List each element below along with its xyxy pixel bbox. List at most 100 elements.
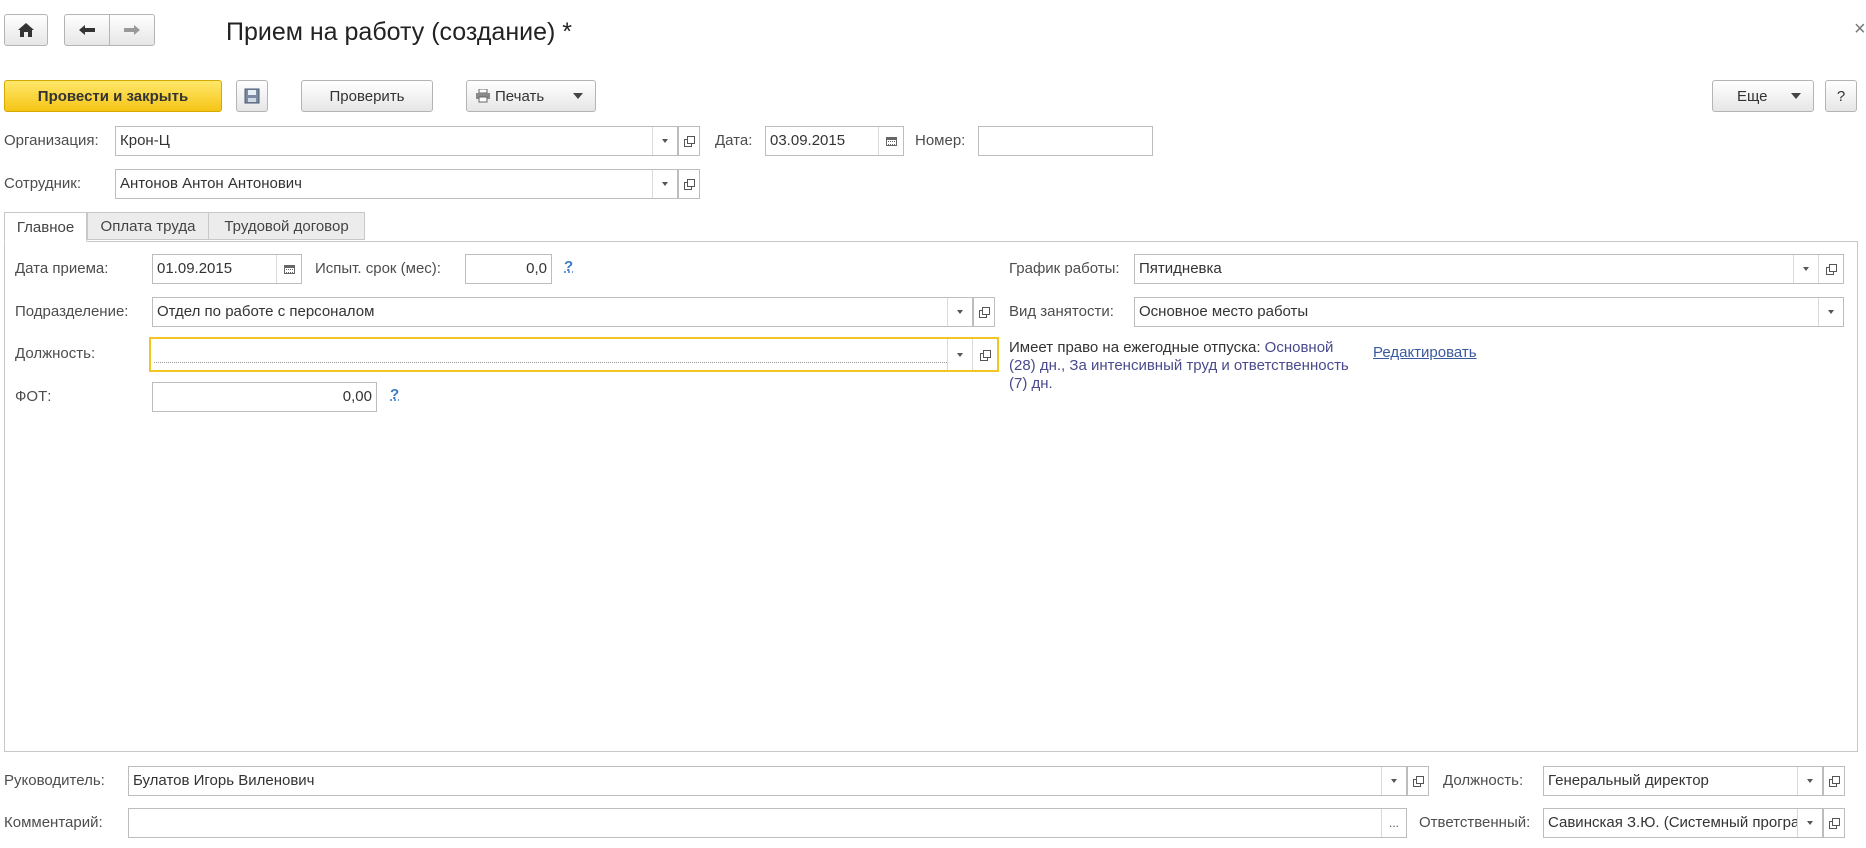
department-label: Подразделение: bbox=[15, 303, 129, 320]
save-icon bbox=[244, 88, 260, 104]
more-button[interactable]: Еще bbox=[1712, 80, 1814, 112]
open-icon bbox=[1413, 776, 1424, 787]
org-open-button[interactable] bbox=[678, 126, 700, 156]
manager-position-open-button[interactable] bbox=[1823, 766, 1845, 796]
probation-field[interactable]: 0,0 bbox=[465, 254, 552, 284]
manager-position-label: Должность: bbox=[1443, 772, 1524, 789]
dropdown-button[interactable] bbox=[1793, 255, 1818, 283]
home-button[interactable] bbox=[4, 14, 48, 46]
print-label: Печать bbox=[495, 87, 545, 105]
hire-date-value: 01.09.2015 bbox=[157, 260, 233, 277]
manager-position-value: Генеральный директор bbox=[1548, 772, 1709, 789]
check-button[interactable]: Проверить bbox=[301, 80, 433, 112]
hire-date-field[interactable]: 01.09.2015 bbox=[152, 254, 302, 284]
fot-value: 0,00 bbox=[342, 388, 372, 405]
tab-main[interactable]: Главное bbox=[4, 212, 87, 242]
chevron-down-icon bbox=[957, 310, 963, 314]
arrow-left-icon bbox=[79, 25, 95, 35]
open-icon bbox=[1829, 818, 1840, 829]
position-value bbox=[154, 342, 947, 363]
home-icon bbox=[18, 23, 34, 37]
printer-icon bbox=[476, 89, 490, 103]
dropdown-button[interactable] bbox=[1818, 298, 1843, 326]
manager-field[interactable]: Булатов Игорь Виленович bbox=[128, 766, 1407, 796]
employee-value: Антонов Антон Антонович bbox=[120, 175, 302, 192]
back-button[interactable] bbox=[64, 14, 110, 46]
chevron-down-icon bbox=[957, 352, 963, 357]
close-button[interactable]: × bbox=[1854, 18, 1866, 41]
comment-label: Комментарий: bbox=[4, 814, 103, 831]
fot-field[interactable]: 0,00 bbox=[152, 382, 377, 412]
schedule-field[interactable]: Пятидневка bbox=[1134, 254, 1844, 284]
manager-label: Руководитель: bbox=[4, 772, 105, 789]
chevron-down-icon bbox=[1807, 821, 1813, 825]
dropdown-button[interactable] bbox=[1797, 767, 1822, 795]
employee-label: Сотрудник: bbox=[4, 175, 82, 192]
schedule-open-button[interactable] bbox=[1818, 255, 1843, 283]
dropdown-button[interactable] bbox=[947, 339, 972, 370]
calendar-icon bbox=[283, 264, 295, 274]
vacation-prefix: Имеет право на ежегодные отпуска: bbox=[1009, 339, 1261, 356]
tab-contract[interactable]: Трудовой договор bbox=[208, 212, 365, 240]
post-and-close-button[interactable]: Провести и закрыть bbox=[4, 80, 222, 112]
org-field[interactable]: Крон-Ц bbox=[115, 126, 678, 156]
comment-select-button[interactable]: ... bbox=[1381, 809, 1406, 837]
employee-field[interactable]: Антонов Антон Антонович bbox=[115, 169, 678, 199]
probation-value: 0,0 bbox=[526, 260, 547, 277]
department-open-button[interactable] bbox=[973, 297, 995, 327]
probation-help-link[interactable]: ? bbox=[564, 258, 573, 275]
open-icon bbox=[684, 136, 695, 147]
chevron-down-icon bbox=[662, 182, 668, 186]
responsible-open-button[interactable] bbox=[1823, 808, 1845, 838]
chevron-down-icon bbox=[1807, 779, 1813, 783]
calendar-button[interactable] bbox=[276, 255, 301, 283]
chevron-down-icon bbox=[1803, 267, 1809, 271]
dropdown-button[interactable] bbox=[947, 298, 972, 326]
chevron-down-icon bbox=[1391, 779, 1397, 783]
org-value: Крон-Ц bbox=[120, 132, 170, 149]
fot-help-link[interactable]: ? bbox=[390, 386, 399, 403]
print-button[interactable]: Печать bbox=[466, 80, 596, 112]
hire-date-label: Дата приема: bbox=[15, 260, 109, 277]
position-field[interactable] bbox=[149, 337, 999, 372]
date-field[interactable]: 03.09.2015 bbox=[765, 126, 904, 156]
dropdown-button[interactable] bbox=[1381, 767, 1406, 795]
comment-field[interactable]: ... bbox=[128, 808, 1407, 838]
employment-field[interactable]: Основное место работы bbox=[1134, 297, 1844, 327]
dropdown-button[interactable] bbox=[652, 170, 677, 198]
employment-value: Основное место работы bbox=[1139, 303, 1309, 320]
responsible-field[interactable]: Савинская З.Ю. (Системный програ bbox=[1543, 808, 1823, 838]
save-button[interactable] bbox=[236, 80, 268, 112]
open-icon bbox=[1826, 264, 1837, 275]
more-label: Еще bbox=[1737, 87, 1768, 105]
number-field[interactable] bbox=[978, 126, 1153, 156]
arrow-right-icon bbox=[124, 25, 140, 35]
fot-label: ФОТ: bbox=[15, 388, 52, 405]
edit-vacation-link[interactable]: Редактировать bbox=[1373, 344, 1477, 361]
department-field[interactable]: Отдел по работе с персоналом bbox=[152, 297, 973, 327]
org-label: Организация: bbox=[4, 132, 99, 149]
comment-value bbox=[129, 809, 1381, 837]
schedule-value: Пятидневка bbox=[1139, 260, 1222, 277]
dropdown-button[interactable] bbox=[1797, 809, 1822, 837]
chevron-down-icon bbox=[1828, 310, 1834, 314]
manager-open-button[interactable] bbox=[1407, 766, 1429, 796]
position-open-button[interactable] bbox=[972, 339, 997, 370]
date-value: 03.09.2015 bbox=[770, 132, 846, 149]
tab-payment[interactable]: Оплата труда bbox=[87, 212, 209, 240]
chevron-down-icon bbox=[1791, 93, 1801, 99]
forward-button[interactable] bbox=[109, 14, 155, 46]
employment-label: Вид занятости: bbox=[1009, 303, 1114, 320]
dropdown-button[interactable] bbox=[652, 127, 677, 155]
open-icon bbox=[684, 179, 695, 190]
open-icon bbox=[1829, 776, 1840, 787]
probation-label: Испыт. срок (мес): bbox=[315, 260, 441, 277]
number-value bbox=[979, 127, 1152, 155]
calendar-button[interactable] bbox=[878, 127, 903, 155]
schedule-label: График работы: bbox=[1009, 260, 1120, 277]
manager-position-field[interactable]: Генеральный директор bbox=[1543, 766, 1823, 796]
employee-open-button[interactable] bbox=[678, 169, 700, 199]
chevron-down-icon bbox=[662, 139, 668, 143]
help-button[interactable]: ? bbox=[1825, 80, 1857, 112]
number-label: Номер: bbox=[915, 132, 966, 149]
